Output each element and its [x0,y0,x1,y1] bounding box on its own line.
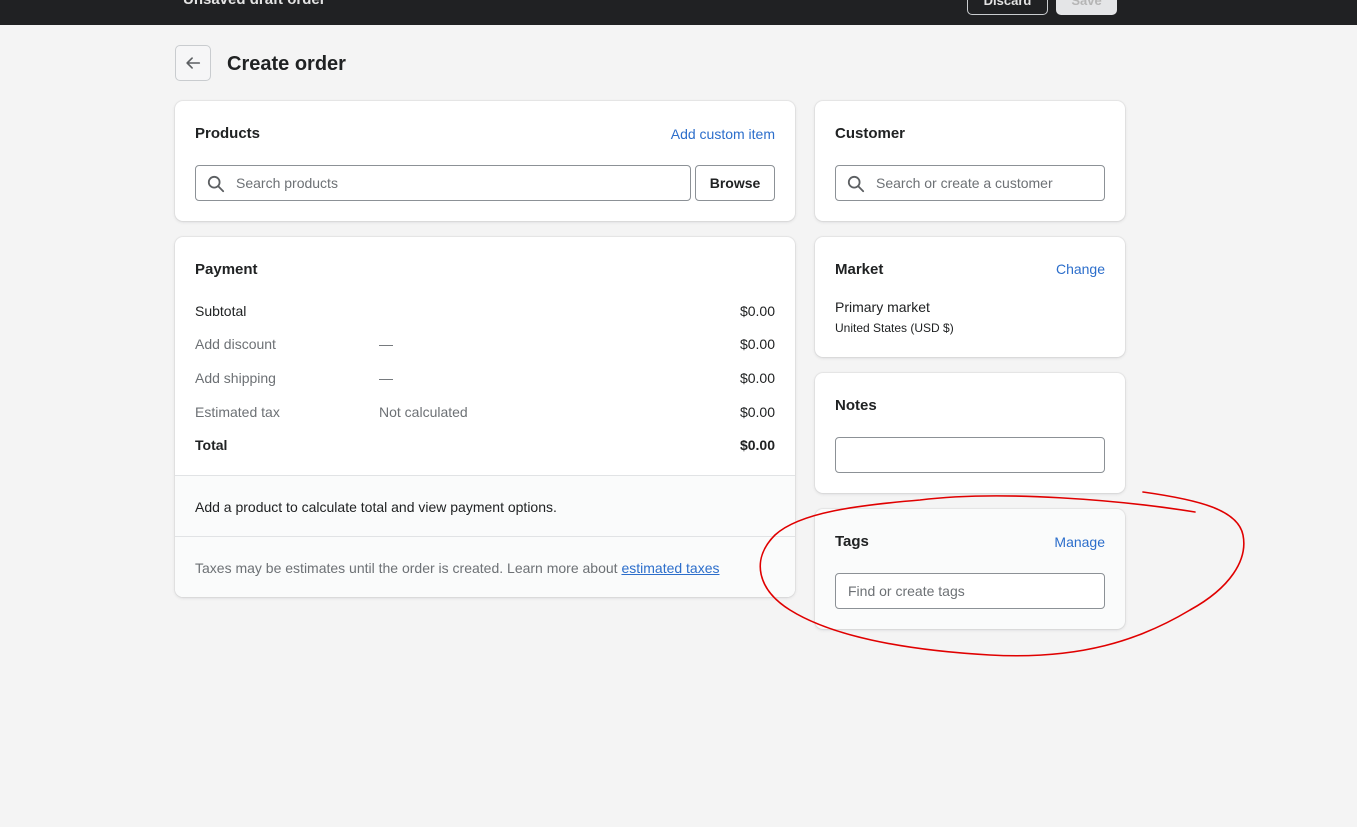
add-discount-link[interactable]: Add discount [195,335,276,353]
product-search-placeholder: Search products [236,175,338,191]
discard-button[interactable]: Discard [967,0,1048,15]
notes-title: Notes [835,397,877,414]
search-icon [847,175,865,193]
manage-tags-link[interactable]: Manage [1054,533,1105,551]
tags-title: Tags [835,533,869,550]
market-region: United States (USD $) [835,321,954,335]
draft-order-title: Unsaved draft order [183,0,326,10]
add-custom-item-link[interactable]: Add custom item [671,125,775,143]
estimated-taxes-link[interactable]: estimated taxes [621,560,719,576]
page-title: Create order [227,53,346,75]
customer-search-placeholder: Search or create a customer [876,175,1053,191]
tags-input[interactable]: Find or create tags [835,573,1105,609]
customer-title: Customer [835,125,906,142]
tags-placeholder: Find or create tags [848,583,965,599]
notes-field[interactable] [835,437,1105,473]
products-title: Products [195,125,261,142]
save-button[interactable]: Save [1056,0,1117,15]
payment-title: Payment [195,261,258,278]
payment-card: Payment Subtotal $0.00 Add discount — $0… [175,237,795,597]
arrow-left-icon [186,57,201,69]
products-card: Products Add custom item Search products… [175,101,795,221]
tax-note-text: Taxes may be estimates until the order i… [195,560,622,576]
product-search-input[interactable]: Search products [195,165,691,201]
change-market-link[interactable]: Change [1056,260,1105,278]
tax-amount: $0.00 [739,404,775,420]
top-bar: Unsaved draft order Discard Save [0,0,1357,25]
tags-card: Tags Manage Find or create tags [815,509,1125,629]
customer-card: Customer Search or create a customer [815,101,1125,221]
notes-card: Notes [815,373,1125,493]
shipping-amount: $0.00 [739,370,775,386]
estimated-tax-link[interactable]: Estimated tax [195,403,280,421]
total-amount: $0.00 [739,437,775,453]
discount-amount: $0.00 [739,336,775,352]
subtotal-amount: $0.00 [739,303,775,319]
payment-info-message: Add a product to calculate total and vie… [195,499,557,515]
market-name: Primary market [835,299,930,315]
add-shipping-link[interactable]: Add shipping [195,369,276,387]
tax-detail: Not calculated [379,404,468,420]
total-label: Total [195,437,228,453]
tax-note-section: Taxes may be estimates until the order i… [175,536,795,597]
discount-detail: — [379,336,393,352]
back-button[interactable] [175,45,211,81]
customer-search-input[interactable]: Search or create a customer [835,165,1105,201]
market-title: Market [835,261,884,278]
market-card: Market Change Primary market United Stat… [815,237,1125,357]
browse-button[interactable]: Browse [695,165,775,201]
subtotal-label: Subtotal [195,303,247,319]
shipping-detail: — [379,370,393,386]
search-icon [207,175,225,193]
payment-info-section: Add a product to calculate total and vie… [175,475,795,536]
tax-note: Taxes may be estimates until the order i… [195,559,720,577]
